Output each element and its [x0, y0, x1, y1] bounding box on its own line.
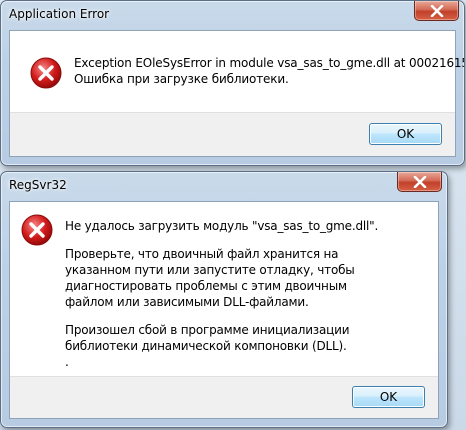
close-icon — [430, 4, 443, 17]
close-icon — [413, 175, 426, 188]
dialog-content: Exception EOleSysError in module vsa_sas… — [9, 30, 464, 157]
message-line: . — [65, 355, 69, 369]
message-line: указанном пути или запустите отладку, чт… — [65, 263, 355, 277]
dialog-content: Не удалось загрузить модуль "vsa_sas_to_… — [9, 201, 439, 419]
button-bar: OK — [10, 112, 455, 156]
dialog-title: RegSvr32 — [9, 178, 67, 192]
error-icon — [30, 57, 62, 89]
ok-button[interactable]: OK — [352, 386, 425, 408]
application-error-dialog: Application Error Exception EOleSysError… — [0, 0, 465, 166]
dialog-title: Application Error — [9, 7, 110, 21]
error-message: Не удалось загрузить модуль "vsa_sas_to_… — [65, 218, 378, 370]
message-line: Ошибка при загрузке библиотеки. — [74, 72, 289, 86]
title-bar[interactable]: RegSvr32 — [1, 172, 447, 200]
message-line: Не удалось загрузить модуль "vsa_sas_to_… — [65, 219, 379, 233]
error-icon — [21, 214, 53, 246]
message-line: Произошел сбой в программе инициализации — [65, 323, 350, 337]
close-button[interactable] — [414, 1, 459, 21]
message-line: файлом или зависимыми DLL-файлами. — [65, 295, 309, 309]
message-line: Exception EOleSysError in module vsa_sas… — [74, 56, 465, 70]
regsvr32-dialog: RegSvr32 Не удалось загрузить модуль "vs… — [0, 171, 448, 428]
ok-button[interactable]: OK — [369, 123, 442, 145]
message-line: библиотеки динамической компоновки (DLL)… — [65, 339, 347, 353]
error-message: Exception EOleSysError in module vsa_sas… — [74, 55, 465, 87]
button-bar: OK — [10, 376, 438, 418]
message-line: диагностировать проблемы с этим двоичным — [65, 279, 347, 293]
title-bar[interactable]: Application Error — [1, 1, 464, 29]
message-line: Проверьте, что двоичный файл хранится на — [65, 247, 339, 261]
close-button[interactable] — [397, 172, 442, 192]
